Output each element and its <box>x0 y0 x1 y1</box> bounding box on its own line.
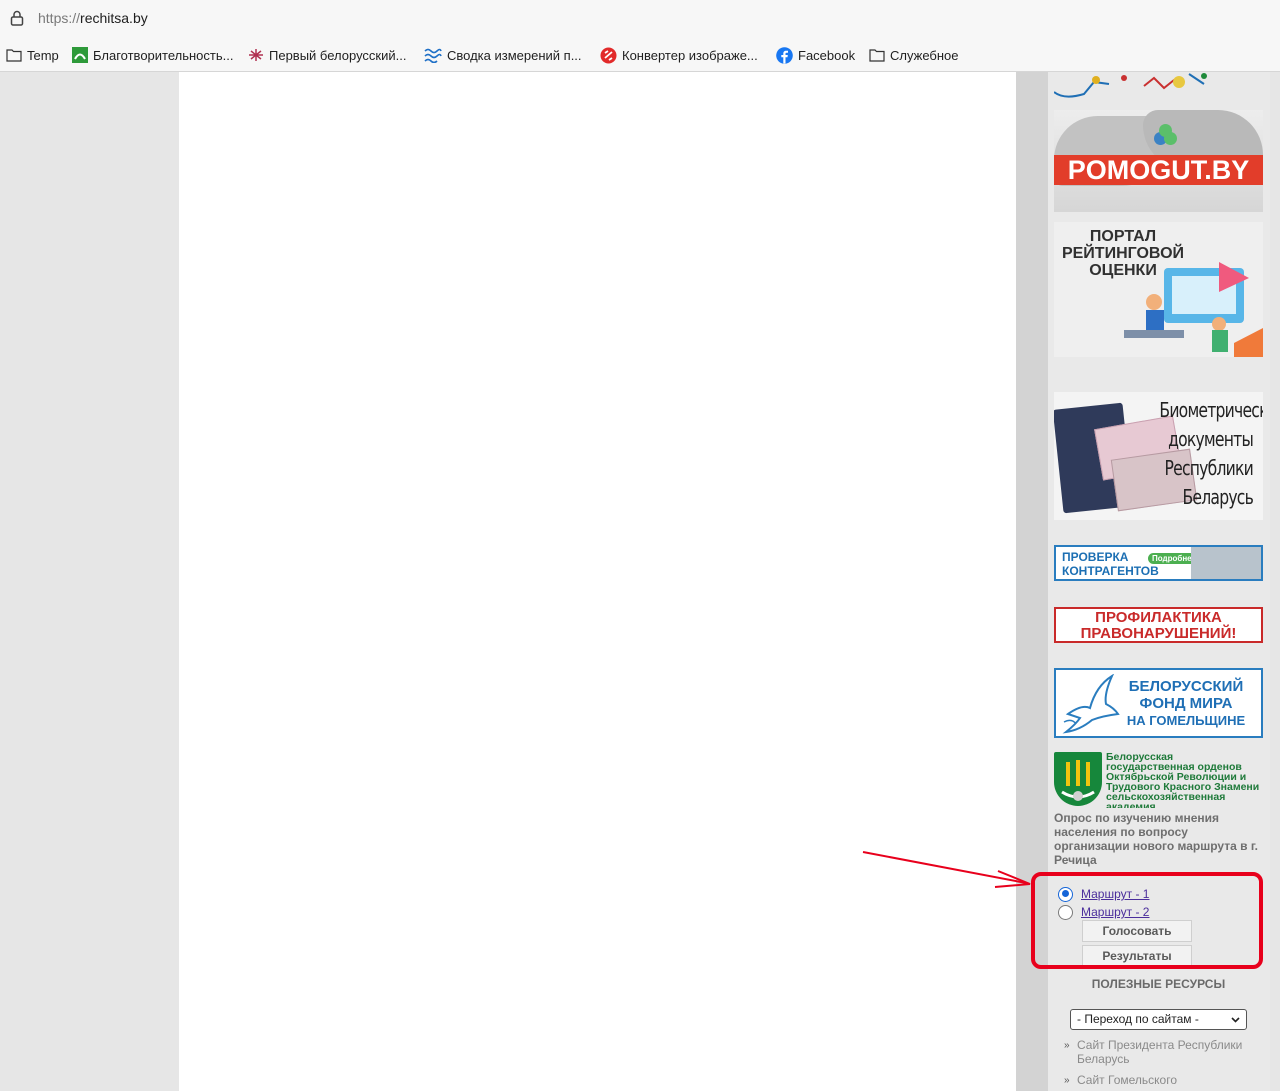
pomogut-banner[interactable]: POMOGUT.BY <box>1054 110 1263 212</box>
logo-dot <box>1159 124 1172 137</box>
map-banner[interactable] <box>1054 72 1263 100</box>
bookmark-temp[interactable]: Temp <box>6 46 59 64</box>
poll-question: Опрос по изучению мнения населения по во… <box>1054 811 1258 867</box>
bookmark-label: Конвертер изображе... <box>622 47 758 63</box>
page-viewport: POMOGUT.BY ПОРТАЛ РЕЙТИНГОВОЙ ОЦЕНКИ Био… <box>0 72 1280 1091</box>
select-value: - Переход по сайтам - <box>1077 1012 1199 1026</box>
rating-portal-banner[interactable]: ПОРТАЛ РЕЙТИНГОВОЙ ОЦЕНКИ <box>1054 222 1263 357</box>
contractor-check-line: ПРОВЕРКА <box>1062 550 1129 564</box>
useful-resources-heading: ПОЛЕЗНЫЕ РЕСУРСЫ <box>1091 977 1226 991</box>
converter-favicon <box>600 47 617 63</box>
folder-icon <box>6 49 22 62</box>
academy-emblem-icon <box>1054 752 1102 806</box>
bookmark-measurements[interactable]: Сводка измерений п... <box>424 46 582 64</box>
annotation-arrow-icon <box>862 851 1031 888</box>
bookmark-label: Служебное <box>890 47 959 63</box>
bookmark-converter[interactable]: Конвертер изображе... <box>600 46 758 64</box>
biometric-line: документы <box>1168 427 1254 451</box>
resource-link[interactable]: » Сайт Президента Республики Беларусь <box>1064 1038 1264 1066</box>
dove-icon <box>1062 674 1120 734</box>
bookmarks-bar: Temp Благотворительность... Первый белор… <box>0 36 1280 72</box>
crime-prevention-banner[interactable]: ПРОФИЛАКТИКА ПРАВОНАРУШЕНИЙ! <box>1054 607 1263 643</box>
url-text[interactable]: https://rechitsa.by <box>38 10 148 26</box>
charity-favicon <box>72 47 88 63</box>
contractor-check-title: ПРОВЕРКА КОНТРАГЕНТОВ <box>1062 550 1159 578</box>
chevron-down-icon <box>1231 1017 1240 1023</box>
site-navigation-select[interactable]: - Переход по сайтам - <box>1070 1009 1247 1030</box>
url-scheme: https:// <box>38 10 81 26</box>
crime-prevention-line: ПРОФИЛАКТИКА <box>1095 609 1222 626</box>
crime-prevention-title: ПРОФИЛАКТИКА ПРАВОНАРУШЕНИЙ! <box>1056 610 1261 642</box>
pomogut-logo-text: POMOGUT.BY <box>1054 155 1263 185</box>
map-image <box>1054 73 1207 98</box>
contractor-check-line: КОНТРАГЕНТОВ <box>1062 564 1159 578</box>
bookmark-facebook[interactable]: Facebook <box>776 46 855 64</box>
folder-icon <box>869 49 885 62</box>
resource-link[interactable]: » Сайт Гомельского <box>1064 1073 1264 1087</box>
academy-title: Белорусская государственная орденов Октя… <box>1106 752 1260 808</box>
bookmark-first-belarusian[interactable]: Первый белорусский... <box>248 46 406 64</box>
bookmark-label: Первый белорусский... <box>269 47 407 63</box>
bookmark-label: Сводка измерений п... <box>447 47 582 63</box>
biometric-line: Беларусь <box>1182 485 1253 509</box>
url-host: rechitsa.by <box>80 10 148 26</box>
bookmark-label: Facebook <box>798 47 856 63</box>
rating-illustration <box>1124 262 1263 357</box>
annotation-highlight-box <box>1031 872 1263 969</box>
first-belarusian-favicon <box>249 49 263 61</box>
peace-fund-line: ФОНД МИРА <box>1139 695 1233 712</box>
academy-banner[interactable]: Белорусская государственная орденов Октя… <box>1054 752 1263 808</box>
bookmark-label: Благотворительность... <box>93 47 234 63</box>
resource-link-label: Сайт Гомельского <box>1077 1073 1178 1087</box>
resource-link-label: Сайт Президента Республики Беларусь <box>1077 1038 1243 1066</box>
biometric-text: Биометрические документы Республики Бела… <box>1159 396 1263 512</box>
bookmark-service[interactable]: Служебное <box>869 46 959 64</box>
biometric-line: Республики <box>1164 456 1253 480</box>
peace-fund-line: БЕЛОРУССКИЙ <box>1128 678 1244 695</box>
sidebar-edge <box>1270 72 1280 1091</box>
double-chevron-icon: » <box>1064 1040 1070 1051</box>
measurements-favicon <box>424 48 442 63</box>
peace-fund-title: БЕЛОРУССКИЙ ФОНД МИРА НА ГОМЕЛЬЩИНЕ <box>1121 678 1251 729</box>
double-chevron-icon: » <box>1064 1075 1070 1086</box>
bookmark-charity[interactable]: Благотворительность... <box>72 46 233 64</box>
contractor-check-image <box>1191 547 1261 579</box>
contractor-check-banner[interactable]: ПРОВЕРКА КОНТРАГЕНТОВ Подробнее <box>1054 545 1263 581</box>
biometric-documents-banner[interactable]: Биометрические документы Республики Бела… <box>1054 392 1263 520</box>
address-bar[interactable]: https://rechitsa.by <box>0 0 1280 36</box>
biometric-line: Биометрические <box>1159 398 1263 422</box>
facebook-icon <box>776 46 793 64</box>
peace-fund-line: НА ГОМЕЛЬЩИНЕ <box>1126 713 1246 728</box>
main-content-area <box>179 72 1016 1091</box>
crime-prevention-line: ПРАВОНАРУШЕНИЙ! <box>1080 625 1237 642</box>
peace-fund-banner[interactable]: БЕЛОРУССКИЙ ФОНД МИРА НА ГОМЕЛЬЩИНЕ <box>1054 668 1263 738</box>
lock-icon <box>10 10 24 26</box>
bookmark-label: Temp <box>27 47 59 63</box>
